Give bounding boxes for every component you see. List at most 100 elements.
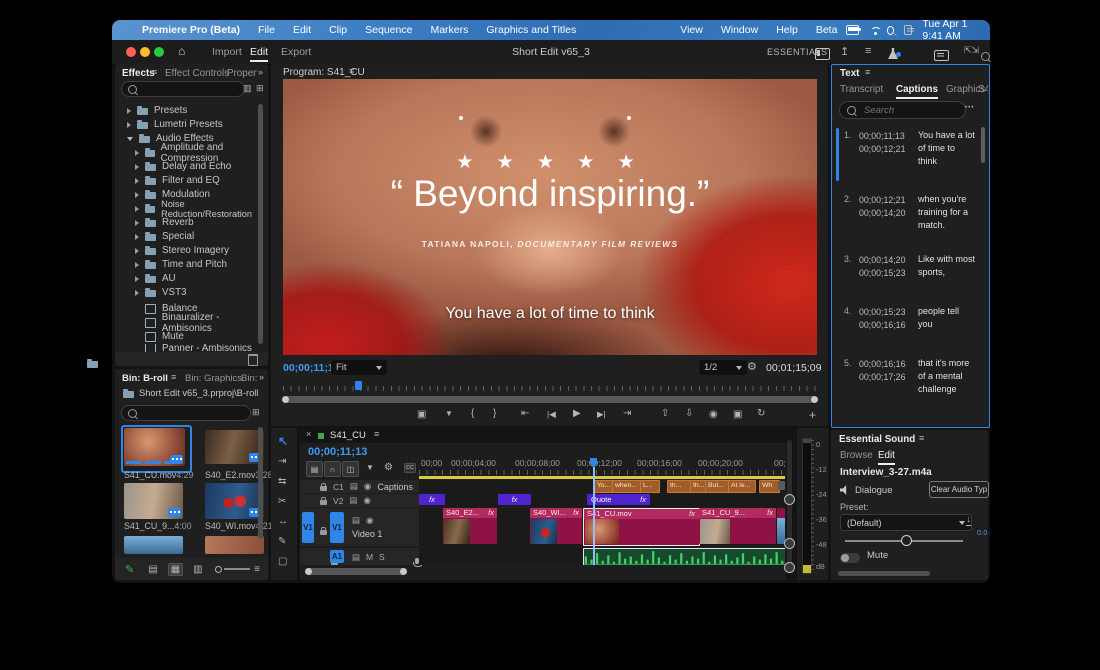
- lock-icon[interactable]: [320, 486, 327, 491]
- effects-tree-item[interactable]: Noise Reduction/Restoration: [135, 202, 268, 215]
- edit-pencil-icon[interactable]: ✎: [125, 563, 134, 576]
- lift-icon[interactable]: ⇧: [661, 408, 669, 419]
- caption-end-tc[interactable]: 00;00;14;20: [859, 207, 905, 220]
- caption-start-tc[interactable]: 00;00;16;16: [859, 358, 905, 371]
- selection-tool-icon[interactable]: ↖: [278, 434, 288, 448]
- caption-clip[interactable]: L...: [640, 480, 660, 493]
- caption-end-tc[interactable]: 00;00;16;16: [859, 319, 905, 332]
- export-frame-icon[interactable]: ◉: [709, 409, 718, 420]
- playback-resolution-dropdown[interactable]: 1/2: [699, 360, 747, 375]
- caption-overflow-icon[interactable]: [778, 481, 785, 490]
- menu-sequence[interactable]: Sequence: [365, 24, 412, 36]
- panel-overflow-icon[interactable]: »: [258, 67, 263, 77]
- track-visibility-eye-icon[interactable]: ◉: [364, 481, 371, 492]
- menu-view[interactable]: View: [680, 24, 703, 36]
- in-out-duration-bar[interactable]: [419, 476, 785, 479]
- wifi-icon[interactable]: [869, 26, 877, 35]
- button-editor-plus-icon[interactable]: +: [809, 408, 816, 422]
- caption-end-tc[interactable]: 00;00;15;23: [859, 267, 905, 280]
- multicam-view-icon[interactable]: ▣: [733, 409, 742, 420]
- volume-slider-handle[interactable]: [901, 535, 912, 546]
- monitor-scrollbar[interactable]: [283, 396, 817, 403]
- track-select-tool-icon[interactable]: ⇥: [278, 456, 286, 467]
- caption-clip[interactable]: Wh: [759, 480, 780, 493]
- scrollbar-left-handle[interactable]: [282, 396, 289, 403]
- source-patch-v1[interactable]: V1: [302, 512, 314, 543]
- accelerated-effects-icon[interactable]: ▥: [243, 83, 252, 94]
- fullscreen-icon[interactable]: ⇱⇲: [964, 45, 979, 56]
- mute-toggle[interactable]: [840, 553, 860, 563]
- monitor-settings-wrench-icon[interactable]: ⚙: [747, 360, 757, 373]
- bin-panel-menu-icon[interactable]: ≡: [171, 372, 176, 382]
- new-bin-icon[interactable]: ⊞: [252, 407, 260, 418]
- sound-h-scrollbar[interactable]: [838, 571, 930, 576]
- captions-search-input[interactable]: [862, 104, 960, 117]
- save-preset-icon[interactable]: ↓: [966, 514, 971, 526]
- menu-help[interactable]: Help: [776, 24, 798, 36]
- caption-clip[interactable]: th...: [667, 480, 691, 493]
- effects-tree-item[interactable]: VST3: [135, 286, 187, 299]
- menu-beta[interactable]: Beta: [816, 24, 838, 36]
- tab-bin-graphics[interactable]: Bin: Graphics: [185, 373, 242, 384]
- tab-overflow[interactable]: S4: [978, 84, 988, 95]
- effects-tree-item[interactable]: Panner - Ambisonics: [145, 344, 252, 352]
- video-clip[interactable]: S41_CU_9...fx: [699, 508, 776, 544]
- menu-edit[interactable]: Edit: [293, 24, 311, 36]
- caption-track-header[interactable]: C1 ▤ ◉ Captions: [320, 480, 413, 493]
- breadcrumb[interactable]: Short Edit v65_3.prproj\B-roll: [123, 388, 258, 398]
- caption-start-tc[interactable]: 00;00;11;13: [859, 130, 905, 143]
- clip-thumbnail[interactable]: [124, 428, 185, 466]
- caption-text[interactable]: Like with most sports,: [918, 253, 976, 279]
- insert-point-icon[interactable]: ▤: [352, 515, 360, 526]
- effects-tree-item[interactable]: Binauralizer - Ambisonics: [145, 316, 268, 329]
- text-panel-menu-icon[interactable]: ≡: [865, 67, 870, 77]
- tab-browse[interactable]: Browse: [840, 450, 873, 461]
- bins-search-field[interactable]: [121, 405, 251, 421]
- bin-overflow-icon[interactable]: »: [259, 372, 264, 382]
- effects-tree-item[interactable]: Delay and Echo: [135, 160, 231, 173]
- tab-properties[interactable]: Propertie: [227, 68, 257, 79]
- graphic-clip[interactable]: fx: [498, 494, 531, 505]
- clip-name[interactable]: S40_E2.mov: [205, 470, 255, 480]
- tab-effects[interactable]: Effects: [122, 68, 155, 79]
- graphic-anchor-dot[interactable]: [459, 116, 463, 120]
- clip-thumbnail[interactable]: [124, 483, 183, 519]
- menu-clip[interactable]: Clip: [329, 24, 347, 36]
- clip-name[interactable]: S40_WI.mov: [205, 521, 255, 531]
- clip-thumbnail[interactable]: [205, 536, 264, 554]
- app-menu[interactable]: Premiere Pro (Beta): [142, 24, 240, 36]
- tab-effect-controls[interactable]: Effect Controls: [165, 68, 229, 79]
- graphic-clip-quote[interactable]: Quote fx: [587, 494, 650, 505]
- zoom-slider-handle[interactable]: [215, 566, 222, 573]
- captions-more-icon[interactable]: •••: [965, 105, 974, 111]
- effects-tree-item[interactable]: AU: [135, 272, 176, 285]
- audio-clip-selected[interactable]: [583, 548, 785, 565]
- track-visibility-eye-icon[interactable]: ◉: [366, 515, 373, 526]
- scrollbar-left-handle[interactable]: [305, 568, 312, 575]
- tab-bin-audio[interactable]: Bin: Au: [241, 373, 259, 384]
- insert-point-icon[interactable]: ▤: [350, 481, 358, 492]
- loop-icon[interactable]: ↻: [757, 408, 765, 419]
- menu-graphics-titles[interactable]: Graphics and Titles: [486, 24, 576, 36]
- video-clip-selected[interactable]: S41_CU.movfx: [583, 508, 700, 546]
- track-target-v1[interactable]: V1: [330, 512, 344, 543]
- scrollbar-right-handle[interactable]: [400, 568, 407, 575]
- graphic-clip[interactable]: fx: [419, 494, 445, 505]
- caption-text[interactable]: people tell you: [918, 305, 976, 331]
- caption-clip[interactable]: when...: [612, 480, 641, 493]
- freeform-view-icon[interactable]: ▥: [193, 564, 202, 575]
- effects-panel-menu-icon[interactable]: ≡: [152, 67, 157, 77]
- comparison-view-icon[interactable]: ▣: [417, 409, 426, 420]
- track-visibility-eye-icon[interactable]: ◉: [363, 495, 370, 506]
- tab-captions[interactable]: Captions: [896, 84, 938, 99]
- effects-search-field[interactable]: [121, 81, 245, 97]
- snap-toggle-button[interactable]: ∩: [324, 461, 341, 477]
- add-marker-icon[interactable]: ▼: [445, 409, 453, 418]
- menu-file[interactable]: File: [258, 24, 275, 36]
- scrollbar-handle[interactable]: [784, 538, 795, 549]
- insert-point-icon[interactable]: ▤: [352, 552, 360, 563]
- step-forward-icon[interactable]: ▶|: [597, 409, 606, 420]
- caption-text[interactable]: You have a lot of time to think: [918, 129, 976, 167]
- step-back-icon[interactable]: |◀: [547, 409, 556, 420]
- go-to-out-icon[interactable]: ⇥: [623, 408, 631, 419]
